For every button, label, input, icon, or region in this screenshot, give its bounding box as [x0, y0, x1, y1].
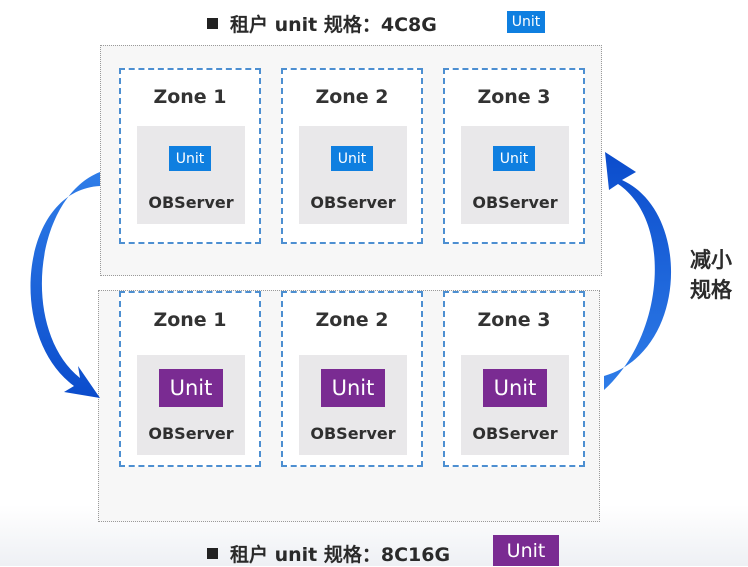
arrows-layer [30, 152, 672, 398]
left-curved-arrow-icon [30, 172, 101, 398]
right-curved-arrow-icon [604, 152, 672, 390]
